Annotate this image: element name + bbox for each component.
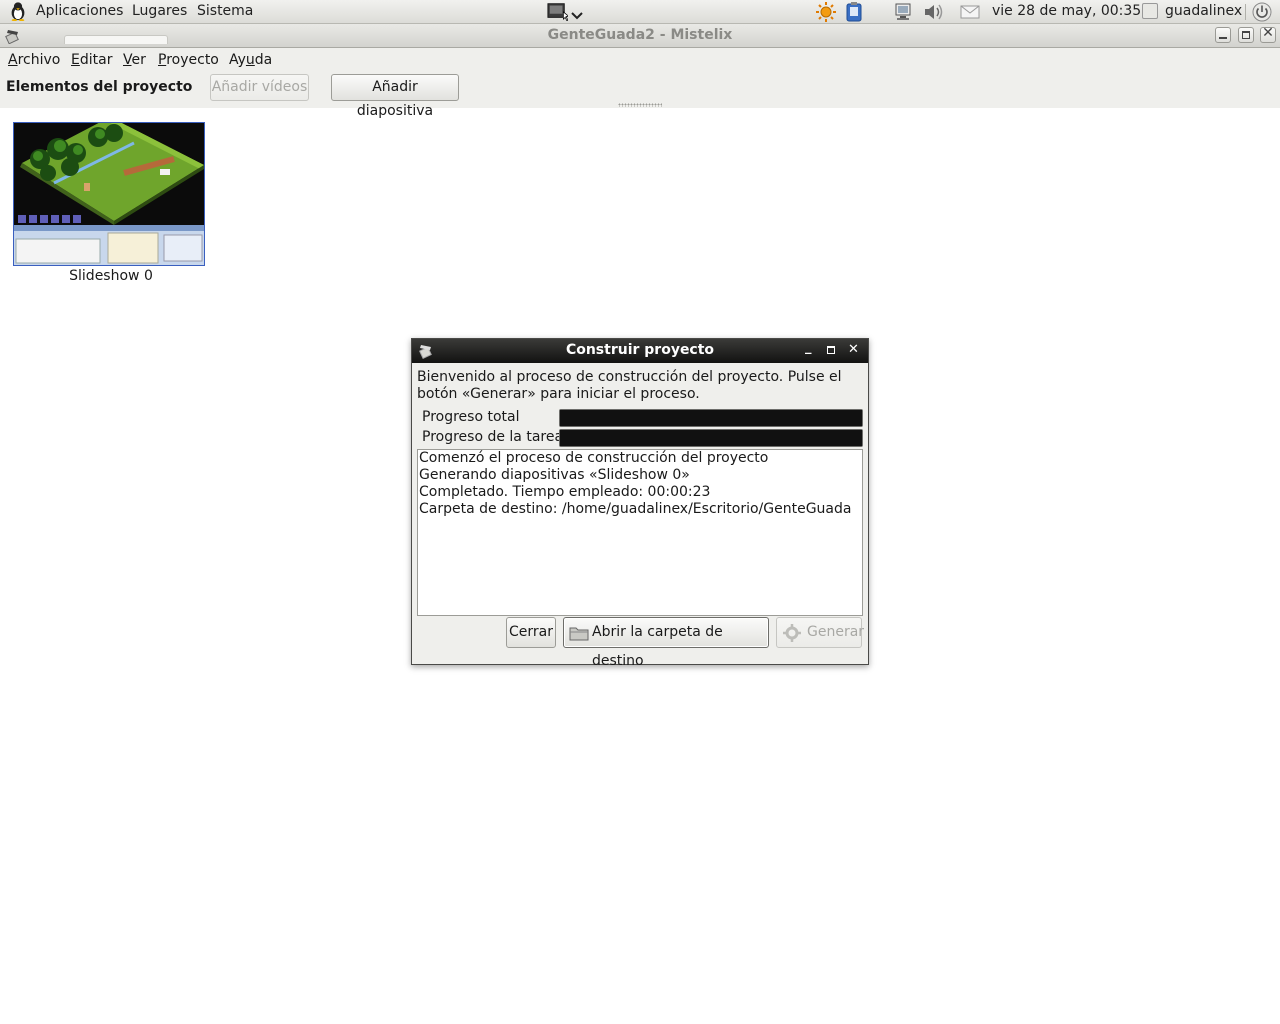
- panel-menu-places[interactable]: Lugares: [132, 3, 187, 19]
- distro-logo-icon[interactable]: [8, 1, 28, 21]
- log-line: Comenzó el proceso de construcción del p…: [419, 450, 769, 466]
- dialog-titlebar[interactable]: Construir proyecto _ ✕: [412, 339, 868, 363]
- volume-icon[interactable]: [923, 2, 945, 22]
- generate-label: Generar: [807, 624, 865, 640]
- window-title: GenteGuada2 - Mistelix: [547, 27, 733, 43]
- panel-menu-applications[interactable]: Aplicaciones: [36, 3, 123, 19]
- build-project-dialog: Construir proyecto _ ✕ Bienvenido al pro…: [411, 338, 869, 669]
- dialog-maximize-icon[interactable]: [827, 346, 835, 354]
- log-line: Carpeta de destino: /home/guadalinex/Esc…: [419, 501, 852, 517]
- menu-editar[interactable]: Editar: [71, 52, 112, 68]
- window-titlebar[interactable]: GenteGuada2 - Mistelix ✕: [0, 24, 1280, 48]
- update-notifier-icon[interactable]: [815, 2, 837, 22]
- maximize-icon: [1242, 31, 1250, 39]
- mail-icon[interactable]: [959, 2, 981, 22]
- total-progress-label: Progreso total: [422, 409, 520, 425]
- add-videos-button[interactable]: Añadir vídeos: [210, 74, 309, 101]
- log-line: Completado. Tiempo empleado: 00:00:23: [419, 484, 711, 500]
- menu-ver[interactable]: Ver: [123, 52, 146, 68]
- user-switch-icon[interactable]: [1142, 3, 1158, 19]
- panel-user-name[interactable]: guadalinex: [1165, 3, 1242, 19]
- close-icon: ✕: [1262, 25, 1274, 41]
- project-elements-heading: Elementos del proyecto: [6, 79, 193, 95]
- chevron-down-icon[interactable]: [570, 6, 584, 26]
- build-log[interactable]: Comenzó el proceso de construcción del p…: [417, 449, 863, 616]
- slideshow-thumbnail[interactable]: [13, 122, 205, 266]
- minimize-button[interactable]: [1215, 27, 1231, 43]
- task-progress-label: Progreso de la tarea: [422, 429, 564, 445]
- total-progress-fill: [560, 410, 862, 426]
- pane-resize-grip[interactable]: [618, 103, 662, 107]
- close-window-button[interactable]: ✕: [1260, 25, 1276, 43]
- task-progress-bar: [559, 429, 863, 447]
- menubar: Archivo Editar Ver Proyecto Ayuda: [0, 48, 1280, 72]
- clipboard-icon[interactable]: [845, 2, 863, 22]
- window-list-icon[interactable]: [546, 1, 568, 21]
- dialog-minimize-icon[interactable]: _: [805, 340, 812, 355]
- panel-clock[interactable]: vie 28 de may, 00:35: [992, 3, 1141, 19]
- task-progress-fill: [560, 430, 862, 446]
- dialog-close-icon[interactable]: ✕: [848, 342, 859, 357]
- menu-ayuda[interactable]: Ayuda: [229, 52, 272, 68]
- folder-icon: [569, 627, 589, 641]
- close-dialog-button[interactable]: Cerrar: [506, 617, 556, 648]
- slideshow-preview-image: [14, 123, 204, 265]
- menu-proyecto[interactable]: Proyecto: [158, 52, 219, 68]
- gear-icon: [783, 624, 801, 642]
- panel-separator: [1245, 4, 1246, 20]
- open-folder-label: Abrir la carpeta de destino: [592, 624, 723, 669]
- add-slide-button[interactable]: Añadir diapositiva: [331, 74, 459, 119]
- slideshow-label: Slideshow 0: [69, 268, 153, 284]
- total-progress-bar: [559, 409, 863, 427]
- maximize-button[interactable]: [1238, 27, 1254, 43]
- minimize-icon: [1219, 37, 1227, 39]
- dialog-title: Construir proyecto: [565, 342, 715, 358]
- log-line: Generando diapositivas «Slideshow 0»: [419, 467, 690, 483]
- menu-archivo[interactable]: Archivo: [8, 52, 60, 68]
- dialog-intro-text: Bienvenido al proceso de construcción de…: [417, 369, 842, 402]
- top-panel: Aplicaciones Lugares Sistema vie 28 de m…: [0, 0, 1280, 24]
- open-folder-button[interactable]: Abrir la carpeta de destino: [563, 617, 769, 669]
- generate-button[interactable]: Generar: [776, 617, 865, 648]
- power-icon[interactable]: [1252, 2, 1272, 22]
- panel-menu-system[interactable]: Sistema: [197, 3, 253, 19]
- network-icon[interactable]: [893, 2, 915, 22]
